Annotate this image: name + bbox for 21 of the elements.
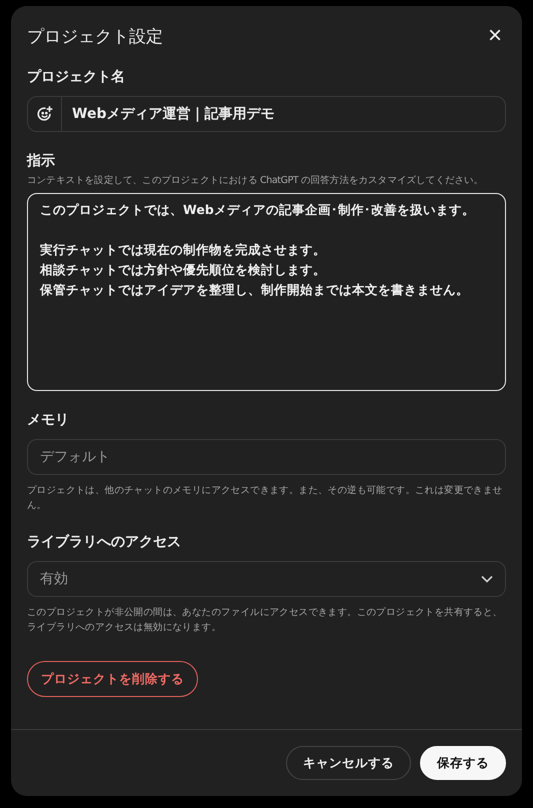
- dialog-title: プロジェクト設定: [27, 26, 163, 48]
- instruction-line: 保管チャットではアイデアを整理し、制作開始までは本文を書きません。: [40, 281, 469, 299]
- field-label: メモリ: [27, 411, 70, 429]
- chevron-down-icon: [481, 575, 493, 583]
- field-hint: コンテキストを設定して、このプロジェクトにおける ChatGPT の回答方法をカスタマイズしてください。: [27, 174, 484, 187]
- smiley-plus-icon[interactable]: [36, 105, 54, 123]
- field-label: ライブラリへのアクセス: [27, 533, 182, 551]
- cancel-button[interactable]: キャンセルする: [286, 746, 411, 780]
- close-button[interactable]: ×: [484, 24, 506, 48]
- instructions-field[interactable]: このプロジェクトでは、Webメディアの記事企画･制作･改善を扱います。 実行チャットでは現在の制作物を完成させます。 相談チャットでは方針や優先順位を検討します。 保管チャットではアイデアを整理し、制作開始までは本文を書きません。: [27, 193, 506, 391]
- save-button[interactable]: 保存する: [420, 746, 506, 780]
- instruction-line: このプロジェクトでは、Webメディアの記事企画･制作･改善を扱います。: [40, 201, 475, 219]
- field-note: このプロジェクトが非公開の間は、あなたのファイルにアクセスできます。このプロジェクトを共有すると、ライブラリへのアクセスは無効になります。: [27, 606, 504, 635]
- field-note: プロジェクトは、他のチャットのメモリにアクセスできます。また、その逆も可能です。これは変更できません。: [27, 484, 504, 513]
- instruction-line: 実行チャットでは現在の制作物を完成させます。: [40, 241, 326, 259]
- field-label: プロジェクト名: [27, 68, 126, 86]
- delete-project-button[interactable]: プロジェクトを削除する: [27, 661, 198, 697]
- field-label: 指示: [27, 152, 56, 170]
- project-name-field[interactable]: Webメディア運営｜記事用デモ: [27, 96, 506, 132]
- library-access-select[interactable]: 有効: [27, 561, 506, 597]
- instruction-line: 相談チャットでは方針や優先順位を検討します。: [40, 261, 326, 279]
